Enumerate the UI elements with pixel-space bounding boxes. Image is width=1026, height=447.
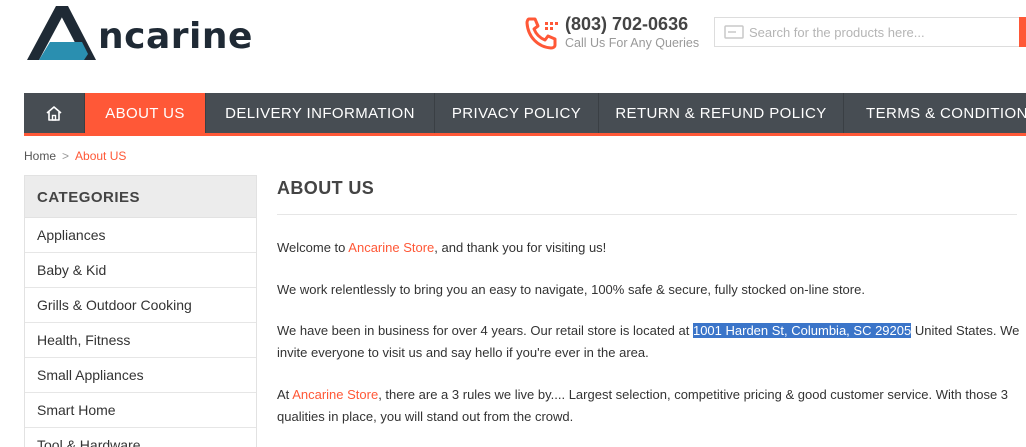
category-tool-hardware[interactable]: Tool & Hardware bbox=[25, 428, 256, 447]
breadcrumb-home[interactable]: Home bbox=[24, 149, 56, 163]
search-icon bbox=[724, 25, 744, 39]
category-appliances[interactable]: Appliances bbox=[25, 218, 256, 253]
paragraph-text: , there are a 3 rules we live by.... Lar… bbox=[277, 387, 1009, 424]
paragraph-text: Welcome to bbox=[277, 240, 349, 255]
nav-return-refund-policy[interactable]: RETURN & REFUND POLICY bbox=[599, 93, 844, 133]
phone-number[interactable]: (803) 702-0636 bbox=[565, 14, 688, 35]
nav-home[interactable] bbox=[24, 93, 85, 133]
category-baby-kid[interactable]: Baby & Kid bbox=[25, 253, 256, 288]
paragraph-welcome: Welcome to Ancarine Store, and thank you… bbox=[277, 237, 1022, 259]
search-button[interactable] bbox=[1019, 17, 1026, 47]
store-link[interactable]: Ancarine Store bbox=[292, 387, 378, 402]
main-content: ABOUT US Welcome to Ancarine Store, and … bbox=[277, 175, 1026, 424]
phone-icon bbox=[525, 17, 558, 50]
paragraph-text: We have been in business for over 4 year… bbox=[277, 323, 693, 338]
breadcrumb-current: About US bbox=[75, 149, 127, 163]
main-nav: ABOUT US DELIVERY INFORMATION PRIVACY PO… bbox=[24, 93, 1026, 136]
home-icon bbox=[46, 105, 62, 121]
chevron-right-icon: > bbox=[62, 149, 70, 163]
logo-mark-icon bbox=[27, 6, 96, 60]
search-box bbox=[714, 17, 1026, 47]
store-link[interactable]: Ancarine Store bbox=[348, 240, 434, 255]
search-input[interactable] bbox=[749, 18, 1019, 46]
categories-sidebar: CATEGORIES Appliances Baby & Kid Grills … bbox=[24, 175, 257, 447]
nav-about-us[interactable]: ABOUT US bbox=[85, 93, 206, 133]
logo[interactable]: ncarine bbox=[24, 2, 314, 66]
title-divider bbox=[277, 214, 1017, 215]
nav-privacy-policy[interactable]: PRIVACY POLICY bbox=[435, 93, 599, 133]
paragraph-location: We have been in business for over 4 year… bbox=[277, 320, 1022, 363]
paragraph-text: At bbox=[277, 387, 293, 402]
category-small-appliances[interactable]: Small Appliances bbox=[25, 358, 256, 393]
logo-text: ncarine bbox=[98, 16, 253, 57]
nav-terms-condition[interactable]: TERMS & CONDITION bbox=[844, 93, 1026, 133]
phone-caption: Call Us For Any Queries bbox=[565, 36, 700, 50]
breadcrumb: Home > About US bbox=[24, 149, 126, 163]
paragraph-text: , and thank you for visiting us! bbox=[434, 240, 607, 255]
paragraph-rules: At Ancarine Store, there are a 3 rules w… bbox=[277, 384, 1022, 427]
nav-delivery-information[interactable]: DELIVERY INFORMATION bbox=[206, 93, 435, 133]
category-smart-home[interactable]: Smart Home bbox=[25, 393, 256, 428]
sidebar-title: CATEGORIES bbox=[25, 176, 256, 218]
category-health-fitness[interactable]: Health, Fitness bbox=[25, 323, 256, 358]
page-title: ABOUT US bbox=[277, 178, 375, 198]
paragraph-mission: We work relentlessly to bring you an eas… bbox=[277, 282, 865, 297]
contact-phone: (803) 702-0636 Call Us For Any Queries bbox=[524, 14, 714, 54]
category-grills-outdoor-cooking[interactable]: Grills & Outdoor Cooking bbox=[25, 288, 256, 323]
store-address[interactable]: 1001 Harden St, Columbia, SC 29205 bbox=[692, 323, 912, 338]
